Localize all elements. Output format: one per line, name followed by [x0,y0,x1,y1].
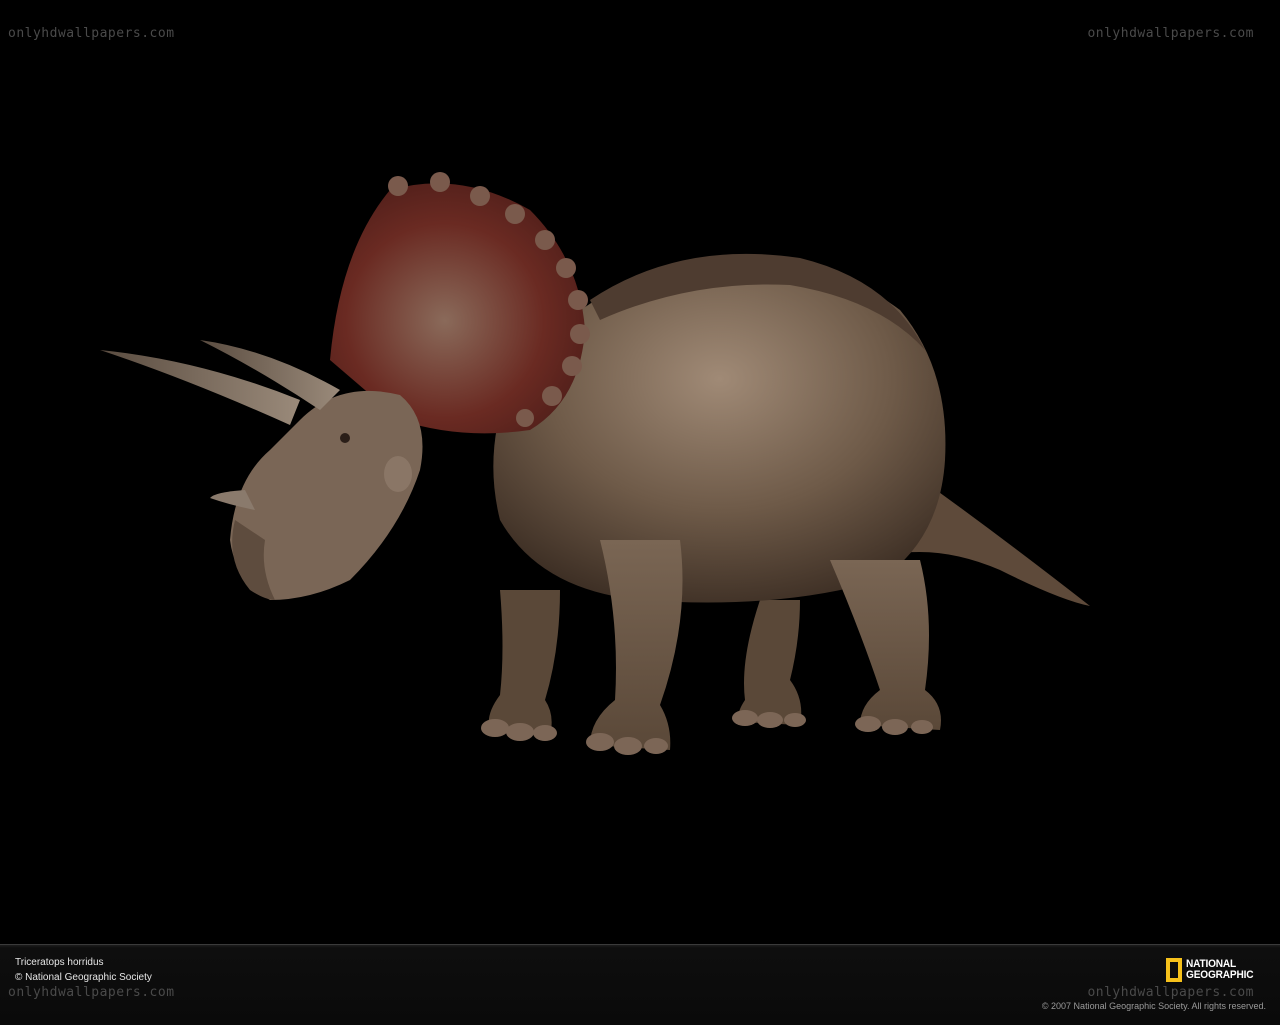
watermark-bottom-left: onlyhdwallpapers.com [8,985,175,1000]
caption-credit: © National Geographic Society [15,972,152,983]
watermark-top-right: onlyhdwallpapers.com [1087,26,1254,41]
far-front-leg [488,590,560,735]
far-hind-leg [738,600,802,725]
copyright-notice: © 2007 National Geographic Society. All … [1041,1001,1266,1011]
logo-text: NATIONAL GEOGRAPHIC [1186,958,1254,981]
watermark-top-left: onlyhdwallpapers.com [8,26,175,41]
triceratops-illustration [100,172,1090,755]
near-hind-leg [830,560,941,730]
wallpaper-stage [0,0,1280,944]
eye [340,433,350,443]
national-geographic-logo: NATIONAL GEOGRAPHIC [1166,958,1259,982]
caption-species: Triceratops horridus [15,957,104,968]
cheek-boss [384,456,412,492]
yellow-border-icon [1166,958,1182,982]
watermark-bottom-right: onlyhdwallpapers.com [1087,985,1254,1000]
